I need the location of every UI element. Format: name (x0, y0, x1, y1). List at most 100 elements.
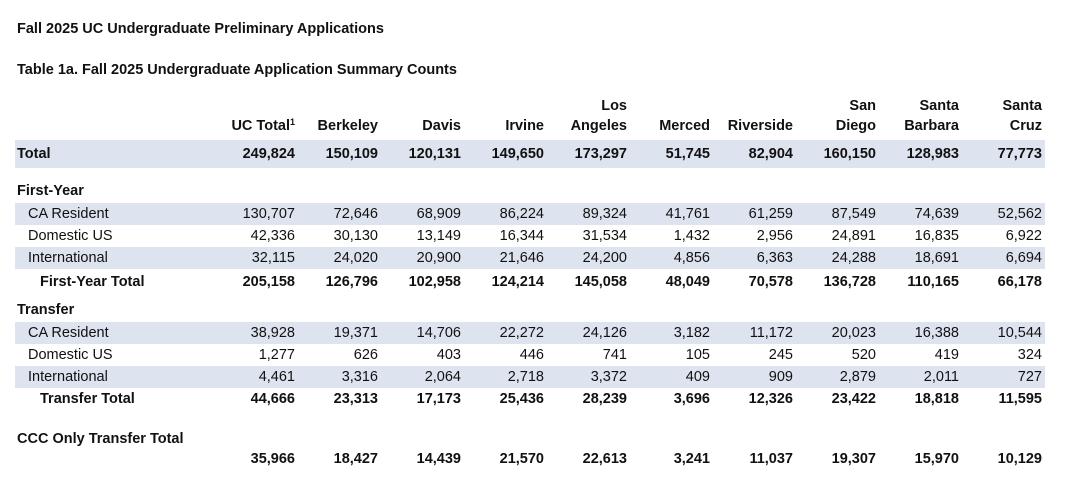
table-cell: 6,922 (1005, 228, 1042, 244)
column-header: Davis (422, 118, 461, 134)
table-cell: 24,891 (831, 228, 876, 244)
table-cell: 11,172 (749, 325, 793, 341)
table-cell: 14,439 (416, 451, 461, 467)
row-label: First-Year Total (40, 274, 145, 290)
table-cell: 68,909 (416, 206, 461, 222)
table-cell: 17,173 (416, 391, 461, 407)
table-cell: 149,650 (491, 146, 544, 162)
table-cell: 16,344 (499, 228, 544, 244)
table-cell: 2,718 (507, 369, 544, 385)
table-cell: 2,011 (923, 369, 959, 385)
row-label: CA Resident (28, 206, 109, 222)
table-cell: 20,023 (831, 325, 876, 341)
table-cell: 28,239 (582, 391, 627, 407)
table-cell: 741 (602, 347, 627, 363)
table-cell: 70,578 (748, 274, 793, 290)
table-cell: 126,796 (325, 274, 378, 290)
table-title: Table 1a. Fall 2025 Undergraduate Applic… (17, 62, 457, 78)
table-cell: 16,835 (914, 228, 959, 244)
table-cell: 24,020 (333, 250, 378, 266)
column-header-line1: Los (601, 98, 627, 114)
table-cell: 41,761 (665, 206, 710, 222)
table-cell: 160,150 (823, 146, 876, 162)
table-cell: 1,432 (673, 228, 710, 244)
table-cell: 61,259 (748, 206, 793, 222)
report-title: Fall 2025 UC Undergraduate Preliminary A… (17, 21, 384, 37)
table-cell: 19,371 (333, 325, 378, 341)
table-cell: 6,363 (756, 250, 793, 266)
table-row: Domestic US 1,277 626 403 446 741 105 245 520 419… (15, 344, 1045, 366)
table-row: CA Resident 130,707 72,646 68,909 86,224 89,3… (15, 203, 1045, 225)
table-cell: 19,307 (831, 451, 876, 467)
row-label: International (28, 250, 108, 266)
table-cell: 136,728 (823, 274, 876, 290)
table-cell: 419 (934, 347, 959, 363)
column-header: Cruz (1009, 118, 1042, 134)
table-cell: 35,966 (250, 451, 295, 467)
table-cell: 3,696 (673, 391, 710, 407)
table-cell: 31,534 (582, 228, 627, 244)
table-cell: 409 (685, 369, 710, 385)
table-cell: 51,745 (665, 146, 710, 162)
table-cell: 124,214 (491, 274, 544, 290)
table-cell: 249,824 (242, 146, 295, 162)
table-cell: 23,422 (831, 391, 876, 407)
table-cell: 205,158 (242, 274, 295, 290)
table-cell: 3,372 (590, 369, 627, 385)
table-cell: 15,970 (914, 451, 959, 467)
column-header-line1: Santa (919, 98, 960, 114)
table-cell: 909 (768, 369, 793, 385)
table-cell: 52,562 (997, 206, 1042, 222)
table-cell: 66,178 (997, 274, 1042, 290)
table-cell: 3,241 (673, 451, 710, 467)
table-cell: 32,115 (251, 250, 295, 266)
column-header-line1: Santa (1002, 98, 1043, 114)
table-cell: 22,272 (499, 325, 544, 341)
column-header: Diego (835, 118, 876, 134)
table-cell: 21,570 (499, 451, 544, 467)
table-cell: 145,058 (574, 274, 627, 290)
table-cell: 20,900 (416, 250, 461, 266)
table-cell: 10,129 (997, 451, 1042, 467)
table-cell: 2,064 (424, 369, 461, 385)
table-cell: 6,694 (1005, 250, 1042, 266)
table-cell: 14,706 (416, 325, 461, 341)
table-cell: 42,336 (250, 228, 295, 244)
table-cell: 245 (768, 347, 793, 363)
table-cell: 72,646 (333, 206, 378, 222)
table-cell: 1,277 (258, 347, 295, 363)
column-header-line1: San (849, 98, 876, 114)
table-cell: 25,436 (499, 391, 544, 407)
table-cell: 110,165 (907, 274, 959, 290)
table-cell: 22,613 (582, 451, 627, 467)
table-cell: 77,773 (997, 146, 1042, 162)
table-cell: 128,983 (906, 146, 959, 162)
table-row: Domestic US 42,336 30,130 13,149 16,344 31,53… (15, 225, 1045, 247)
ccc-transfer-total-row: 35,966 18,427 14,439 21,570 22,613 3,241 11,03… (15, 448, 1045, 470)
table-cell: 21,646 (499, 250, 544, 266)
table-cell: 446 (519, 347, 544, 363)
table-cell: 30,130 (333, 228, 378, 244)
table-cell: 18,427 (333, 451, 378, 467)
table-cell: 2,879 (839, 369, 876, 385)
table-cell: 626 (353, 347, 378, 363)
table-cell: 120,131 (408, 146, 461, 162)
column-header: Angeles (570, 118, 627, 134)
table-cell: 173,297 (574, 146, 627, 162)
column-header: Riverside (727, 118, 793, 134)
table-cell: 4,461 (258, 369, 295, 385)
table-cell: 44,666 (250, 391, 295, 407)
column-header: Berkeley (317, 118, 378, 134)
table-cell: 16,388 (914, 325, 959, 341)
transfer-total-row: Transfer Total 44,666 23,313 17,173 25,436 28… (15, 388, 1045, 410)
column-header: UC Total1 (231, 117, 295, 134)
table-cell: 23,313 (333, 391, 378, 407)
row-label: Transfer Total (40, 391, 135, 407)
row-label: Domestic US (28, 347, 113, 363)
column-header: Barbara (904, 118, 959, 134)
table-cell: 12,326 (748, 391, 793, 407)
table-cell: 102,958 (408, 274, 461, 290)
column-header: Irvine (505, 118, 544, 134)
table-cell: 3,316 (341, 369, 378, 385)
table-cell: 38,928 (250, 325, 295, 341)
